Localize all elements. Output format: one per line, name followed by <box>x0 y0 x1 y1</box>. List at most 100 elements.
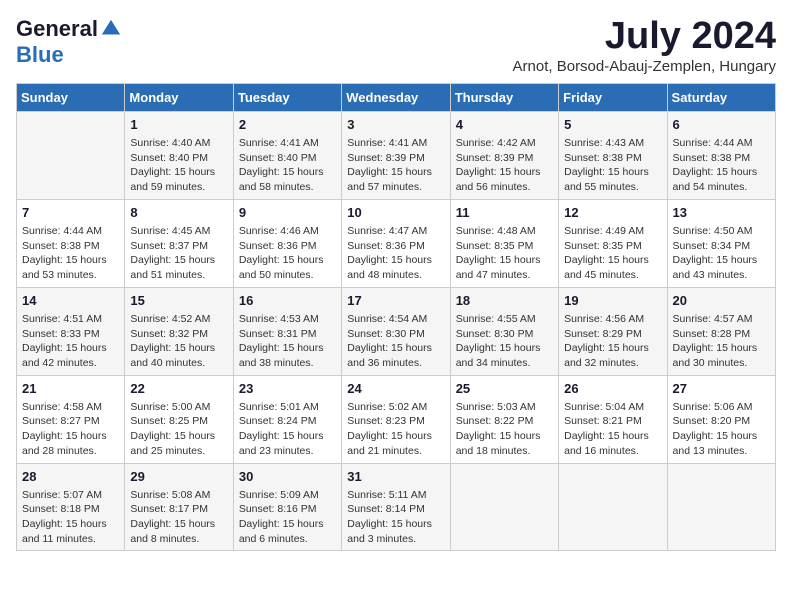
day-number: 23 <box>239 380 336 398</box>
day-info: Sunrise: 4:51 AMSunset: 8:33 PMDaylight:… <box>22 312 119 371</box>
day-info: Sunrise: 4:54 AMSunset: 8:30 PMDaylight:… <box>347 312 444 371</box>
calendar-cell: 29 Sunrise: 5:08 AMSunset: 8:17 PMDayligh… <box>125 463 233 551</box>
calendar-cell: 24 Sunrise: 5:02 AMSunset: 8:23 PMDayligh… <box>342 375 450 463</box>
day-number: 7 <box>22 204 119 222</box>
day-number: 16 <box>239 292 336 310</box>
day-number: 14 <box>22 292 119 310</box>
calendar-week-row: 21 Sunrise: 4:58 AMSunset: 8:27 PMDayligh… <box>17 375 776 463</box>
day-number: 30 <box>239 468 336 486</box>
calendar-header-wednesday: Wednesday <box>342 83 450 111</box>
logo-blue-text: Blue <box>16 42 64 68</box>
day-number: 15 <box>130 292 227 310</box>
day-info: Sunrise: 4:46 AMSunset: 8:36 PMDaylight:… <box>239 224 336 283</box>
day-info: Sunrise: 4:48 AMSunset: 8:35 PMDaylight:… <box>456 224 553 283</box>
day-number: 22 <box>130 380 227 398</box>
day-number: 19 <box>564 292 661 310</box>
day-info: Sunrise: 5:02 AMSunset: 8:23 PMDaylight:… <box>347 400 444 459</box>
calendar-cell: 8 Sunrise: 4:45 AMSunset: 8:37 PMDaylight… <box>125 199 233 287</box>
day-info: Sunrise: 5:08 AMSunset: 8:17 PMDaylight:… <box>130 488 227 547</box>
day-info: Sunrise: 4:47 AMSunset: 8:36 PMDaylight:… <box>347 224 444 283</box>
day-number: 24 <box>347 380 444 398</box>
day-info: Sunrise: 4:40 AMSunset: 8:40 PMDaylight:… <box>130 136 227 195</box>
calendar-cell: 12 Sunrise: 4:49 AMSunset: 8:35 PMDayligh… <box>559 199 667 287</box>
day-number: 6 <box>673 116 770 134</box>
day-info: Sunrise: 4:56 AMSunset: 8:29 PMDaylight:… <box>564 312 661 371</box>
calendar-cell: 2 Sunrise: 4:41 AMSunset: 8:40 PMDaylight… <box>233 111 341 199</box>
calendar-cell: 16Sunrise: 4:53 AMSunset: 8:31 PMDayligh… <box>233 287 341 375</box>
day-info: Sunrise: 4:44 AMSunset: 8:38 PMDaylight:… <box>673 136 770 195</box>
calendar-cell: 27Sunrise: 5:06 AMSunset: 8:20 PMDayligh… <box>667 375 775 463</box>
calendar-cell: 7 Sunrise: 4:44 AMSunset: 8:38 PMDaylight… <box>17 199 125 287</box>
logo-icon <box>100 18 122 40</box>
day-info: Sunrise: 4:43 AMSunset: 8:38 PMDaylight:… <box>564 136 661 195</box>
day-number: 8 <box>130 204 227 222</box>
day-number: 2 <box>239 116 336 134</box>
calendar-week-row: 28 Sunrise: 5:07 AMSunset: 8:18 PMDayligh… <box>17 463 776 551</box>
day-info: Sunrise: 5:11 AMSunset: 8:14 PMDaylight:… <box>347 488 444 547</box>
calendar-header-thursday: Thursday <box>450 83 558 111</box>
calendar-cell: 31 Sunrise: 5:11 AMSunset: 8:14 PMDayligh… <box>342 463 450 551</box>
day-info: Sunrise: 5:00 AMSunset: 8:25 PMDaylight:… <box>130 400 227 459</box>
calendar-cell: 17 Sunrise: 4:54 AMSunset: 8:30 PMDayligh… <box>342 287 450 375</box>
calendar-cell: 15 Sunrise: 4:52 AMSunset: 8:32 PMDayligh… <box>125 287 233 375</box>
calendar-header-sunday: Sunday <box>17 83 125 111</box>
calendar-cell <box>450 463 558 551</box>
day-info: Sunrise: 4:52 AMSunset: 8:32 PMDaylight:… <box>130 312 227 371</box>
title-block: July 2024 Arnot, Borsod-Abauj-Zemplen, H… <box>513 16 776 75</box>
calendar-cell: 11 Sunrise: 4:48 AMSunset: 8:35 PMDayligh… <box>450 199 558 287</box>
calendar-cell: 6 Sunrise: 4:44 AMSunset: 8:38 PMDaylight… <box>667 111 775 199</box>
day-info: Sunrise: 4:50 AMSunset: 8:34 PMDaylight:… <box>673 224 770 283</box>
day-number: 31 <box>347 468 444 486</box>
calendar-cell <box>559 463 667 551</box>
day-info: Sunrise: 4:42 AMSunset: 8:39 PMDaylight:… <box>456 136 553 195</box>
calendar-header-row: SundayMondayTuesdayWednesdayThursdayFrid… <box>17 83 776 111</box>
calendar-cell: 14 Sunrise: 4:51 AMSunset: 8:33 PMDayligh… <box>17 287 125 375</box>
logo: General Blue <box>16 16 122 68</box>
day-info: Sunrise: 5:07 AMSunset: 8:18 PMDaylight:… <box>22 488 119 547</box>
calendar-cell: 21 Sunrise: 4:58 AMSunset: 8:27 PMDayligh… <box>17 375 125 463</box>
calendar-header-monday: Monday <box>125 83 233 111</box>
month-title: July 2024 <box>513 16 776 58</box>
calendar-cell: 26Sunrise: 5:04 AMSunset: 8:21 PMDayligh… <box>559 375 667 463</box>
calendar-week-row: 14 Sunrise: 4:51 AMSunset: 8:33 PMDayligh… <box>17 287 776 375</box>
day-info: Sunrise: 4:45 AMSunset: 8:37 PMDaylight:… <box>130 224 227 283</box>
day-number: 1 <box>130 116 227 134</box>
day-info: Sunrise: 4:44 AMSunset: 8:38 PMDaylight:… <box>22 224 119 283</box>
logo-general-text: General <box>16 16 98 42</box>
day-info: Sunrise: 4:41 AMSunset: 8:40 PMDaylight:… <box>239 136 336 195</box>
day-number: 10 <box>347 204 444 222</box>
day-number: 18 <box>456 292 553 310</box>
day-info: Sunrise: 4:58 AMSunset: 8:27 PMDaylight:… <box>22 400 119 459</box>
calendar-cell: 19 Sunrise: 4:56 AMSunset: 8:29 PMDayligh… <box>559 287 667 375</box>
day-info: Sunrise: 5:01 AMSunset: 8:24 PMDaylight:… <box>239 400 336 459</box>
calendar-cell: 28 Sunrise: 5:07 AMSunset: 8:18 PMDayligh… <box>17 463 125 551</box>
day-info: Sunrise: 5:06 AMSunset: 8:20 PMDaylight:… <box>673 400 770 459</box>
day-number: 9 <box>239 204 336 222</box>
calendar-cell: 9 Sunrise: 4:46 AMSunset: 8:36 PMDaylight… <box>233 199 341 287</box>
calendar-cell: 18Sunrise: 4:55 AMSunset: 8:30 PMDayligh… <box>450 287 558 375</box>
calendar-cell: 13 Sunrise: 4:50 AMSunset: 8:34 PMDayligh… <box>667 199 775 287</box>
calendar-table: SundayMondayTuesdayWednesdayThursdayFrid… <box>16 83 776 552</box>
day-number: 13 <box>673 204 770 222</box>
calendar-header-friday: Friday <box>559 83 667 111</box>
day-number: 25 <box>456 380 553 398</box>
day-info: Sunrise: 4:57 AMSunset: 8:28 PMDaylight:… <box>673 312 770 371</box>
calendar-cell: 30 Sunrise: 5:09 AMSunset: 8:16 PMDayligh… <box>233 463 341 551</box>
day-info: Sunrise: 4:41 AMSunset: 8:39 PMDaylight:… <box>347 136 444 195</box>
day-number: 29 <box>130 468 227 486</box>
day-info: Sunrise: 4:49 AMSunset: 8:35 PMDaylight:… <box>564 224 661 283</box>
calendar-header-tuesday: Tuesday <box>233 83 341 111</box>
day-number: 5 <box>564 116 661 134</box>
day-number: 17 <box>347 292 444 310</box>
calendar-cell: 25 Sunrise: 5:03 AMSunset: 8:22 PMDayligh… <box>450 375 558 463</box>
calendar-header-saturday: Saturday <box>667 83 775 111</box>
day-number: 12 <box>564 204 661 222</box>
day-number: 11 <box>456 204 553 222</box>
day-number: 21 <box>22 380 119 398</box>
calendar-cell <box>667 463 775 551</box>
calendar-cell: 23 Sunrise: 5:01 AMSunset: 8:24 PMDayligh… <box>233 375 341 463</box>
day-number: 28 <box>22 468 119 486</box>
day-info: Sunrise: 5:09 AMSunset: 8:16 PMDaylight:… <box>239 488 336 547</box>
day-info: Sunrise: 5:04 AMSunset: 8:21 PMDaylight:… <box>564 400 661 459</box>
day-info: Sunrise: 5:03 AMSunset: 8:22 PMDaylight:… <box>456 400 553 459</box>
